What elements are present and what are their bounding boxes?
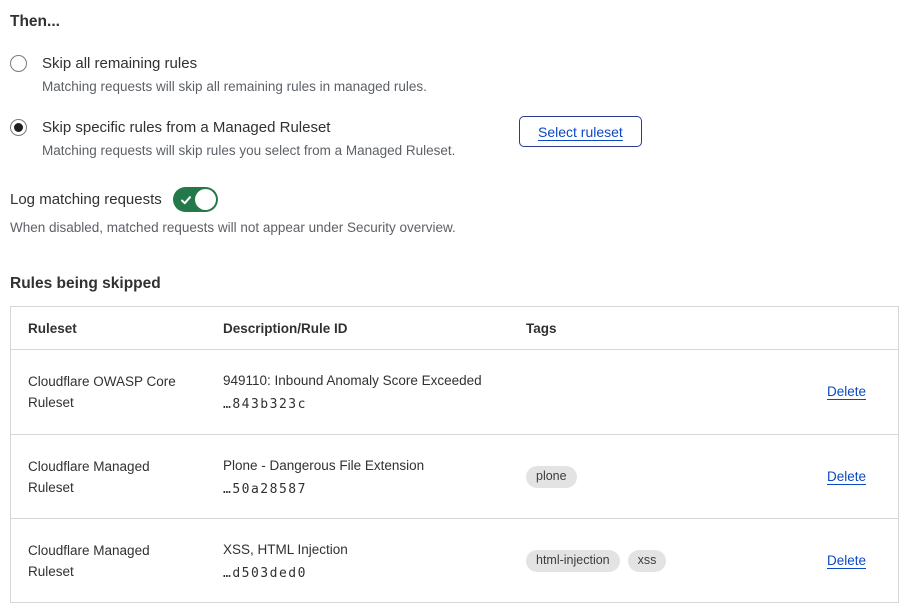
delete-link[interactable]: Delete (827, 553, 866, 568)
rule-id: …d503ded0 (223, 566, 494, 581)
tag-badge: xss (628, 550, 667, 572)
rule-id: …50a28587 (223, 482, 494, 497)
description-cell: Plone - Dangerous File Extension …50a285… (207, 457, 510, 497)
actions-cell: Delete (811, 468, 898, 486)
tags-cell: plone (510, 466, 811, 488)
table-row: Cloudflare OWASP Core Ruleset 949110: In… (11, 350, 898, 434)
table-body: Cloudflare OWASP Core Ruleset 949110: In… (11, 350, 898, 602)
rule-description: 949110: Inbound Anomaly Score Exceeded (223, 372, 494, 389)
ruleset-name-cell: Cloudflare Managed Ruleset (11, 456, 207, 498)
tag-badge: plone (526, 466, 577, 488)
ruleset-name-cell: Cloudflare OWASP Core Ruleset (11, 371, 207, 413)
option-description-skip-all: Matching requests will skip all remainin… (42, 77, 427, 96)
column-header-description: Description/Rule ID (207, 307, 510, 349)
log-matching-requests-toggle[interactable] (173, 187, 218, 212)
log-matching-requests-row: Log matching requests (10, 187, 889, 212)
option-label-skip-specific[interactable]: Skip specific rules from a Managed Rules… (42, 117, 455, 138)
table-header-row: Ruleset Description/Rule ID Tags (11, 307, 898, 350)
select-ruleset-button-label: Select ruleset (538, 124, 623, 140)
rules-table: Ruleset Description/Rule ID Tags Cloudfl… (10, 306, 899, 603)
radio-button-skip-specific[interactable] (10, 119, 27, 136)
table-row: Cloudflare Managed Ruleset Plone - Dange… (11, 434, 898, 518)
ruleset-name-cell: Cloudflare Managed Ruleset (11, 540, 207, 582)
delete-link[interactable]: Delete (827, 469, 866, 484)
radio-option-skip-all[interactable]: Skip all remaining rules Matching reques… (10, 53, 899, 96)
option-label-skip-all[interactable]: Skip all remaining rules (42, 53, 427, 74)
radio-option-skip-specific[interactable]: Skip specific rules from a Managed Rules… (10, 117, 899, 160)
description-cell: 949110: Inbound Anomaly Score Exceeded …… (207, 372, 510, 412)
tags-cell: html-injection xss (510, 550, 811, 572)
rule-id: …843b323c (223, 397, 494, 412)
select-ruleset-button[interactable]: Select ruleset (519, 116, 642, 147)
radio-button-skip-all[interactable] (10, 55, 27, 72)
option-description-skip-specific: Matching requests will skip rules you se… (42, 141, 455, 160)
delete-link[interactable]: Delete (827, 384, 866, 399)
toggle-knob (195, 189, 216, 210)
actions-cell: Delete (811, 552, 898, 570)
rule-description: XSS, HTML Injection (223, 541, 494, 558)
tag-badge: html-injection (526, 550, 620, 572)
column-header-ruleset: Ruleset (11, 307, 207, 349)
actions-cell: Delete (811, 383, 898, 401)
radio-option-text: Skip all remaining rules Matching reques… (42, 53, 427, 96)
check-icon (180, 194, 192, 206)
rules-being-skipped-heading: Rules being skipped (10, 274, 889, 294)
log-matching-requests-description: When disabled, matched requests will not… (10, 218, 889, 237)
table-row: Cloudflare Managed Ruleset XSS, HTML Inj… (11, 518, 898, 602)
radio-option-text: Skip specific rules from a Managed Rules… (42, 117, 455, 160)
then-heading: Then... (10, 12, 889, 32)
log-matching-requests-label: Log matching requests (10, 189, 162, 210)
page-content: Then... Skip all remaining rules Matchin… (0, 0, 901, 603)
rule-description: Plone - Dangerous File Extension (223, 457, 494, 474)
column-header-tags: Tags (510, 307, 811, 349)
column-header-actions (811, 307, 898, 349)
description-cell: XSS, HTML Injection …d503ded0 (207, 541, 510, 581)
